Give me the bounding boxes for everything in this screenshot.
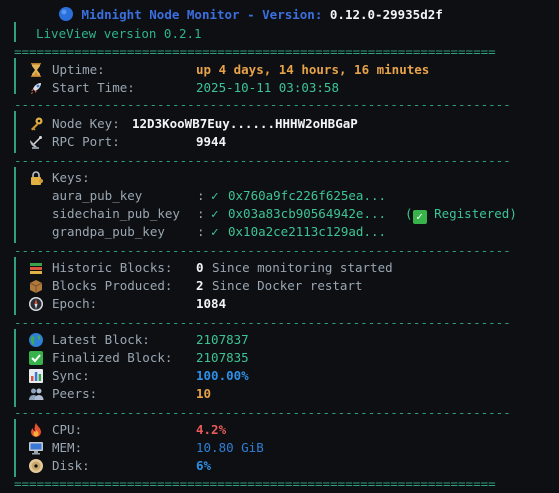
divider-single: ----------------------------------------… xyxy=(14,153,511,168)
key-check-icon: ✓ xyxy=(211,188,219,203)
cpu-label: CPU: xyxy=(52,422,83,437)
registered-open-paren: ( xyxy=(405,206,413,221)
node-key-label: Node Key: xyxy=(52,116,120,131)
border-left xyxy=(14,419,16,477)
registered-badge: (✓ Registered) xyxy=(405,205,517,224)
key-name-grandpa: grandpa_pub_key xyxy=(52,224,165,239)
node-key-value: 12D3KooWB7Euy......HHHW2oHBGaP xyxy=(132,116,358,131)
divider-single: ----------------------------------------… xyxy=(14,243,511,258)
border-left xyxy=(14,111,16,153)
latest-block-value: 2107837 xyxy=(196,332,249,347)
sync-value: 100.00% xyxy=(196,368,249,383)
historic-blocks-value: 0 xyxy=(196,260,204,275)
mem-label: MEM: xyxy=(52,440,83,455)
disk-label: Disk: xyxy=(52,458,90,473)
sync-label: Sync: xyxy=(52,368,90,383)
terminal-screen: Midnight Node Monitor - Version: 0.12.0-… xyxy=(0,0,559,491)
hourglass-icon xyxy=(31,63,41,77)
cpu-value: 4.2% xyxy=(196,422,227,437)
border-left xyxy=(14,22,16,42)
key-name-sidechain: sidechain_pub_key xyxy=(52,206,180,221)
historic-blocks-note: Since monitoring started xyxy=(212,260,393,275)
key-value-sidechain: 0x03a83cb90564942e... xyxy=(228,206,387,221)
bar-chart-icon xyxy=(29,369,43,383)
header-title-line: Midnight Node Monitor - Version: 0.12.0-… xyxy=(58,6,443,24)
finalized-block-value: 2107835 xyxy=(196,350,249,365)
package-icon xyxy=(29,280,43,293)
historic-blocks-label: Historic Blocks: xyxy=(52,260,173,275)
liveview-version: LiveView version 0.2.1 xyxy=(36,26,202,41)
rpc-port-value: 9944 xyxy=(196,134,227,149)
border-left xyxy=(14,329,16,407)
border-left xyxy=(14,167,16,243)
latest-block-label: Latest Block: xyxy=(52,332,150,347)
key-value-grandpa: 0x10a2ce2113c129ad... xyxy=(228,224,387,239)
key-name-aura: aura_pub_key xyxy=(52,188,143,203)
blocks-produced-label: Blocks Produced: xyxy=(52,278,173,293)
check-mark-button-icon: ✓ xyxy=(412,210,427,224)
busts-icon xyxy=(29,388,44,400)
key-value-aura: 0x760a9fc226f625ea... xyxy=(228,188,387,203)
divider-single: ----------------------------------------… xyxy=(14,97,511,112)
start-time-value: 2025-10-11 03:03:58 xyxy=(196,80,339,95)
divider-single: ----------------------------------------… xyxy=(14,405,511,420)
app-title: Midnight Node Monitor - Version: xyxy=(81,7,323,22)
registered-label: Registered xyxy=(434,206,510,221)
key-separator: : xyxy=(197,224,205,239)
disk-value: 6% xyxy=(196,458,212,473)
divider-double: ========================================… xyxy=(14,476,496,491)
epoch-value: 1084 xyxy=(196,296,227,311)
start-time-label: Start Time: xyxy=(52,80,135,95)
compass-icon xyxy=(29,297,43,311)
epoch-label: Epoch: xyxy=(52,296,98,311)
blocks-produced-note: Since Docker restart xyxy=(212,278,363,293)
disk-icon xyxy=(29,459,43,473)
finalized-block-label: Finalized Block: xyxy=(52,350,173,365)
fire-icon xyxy=(31,423,41,437)
globe-icon xyxy=(29,333,43,347)
check-mark-button-icon xyxy=(29,351,43,365)
divider-single: ----------------------------------------… xyxy=(14,315,511,330)
satellite-dish-icon xyxy=(30,136,42,149)
blue-circle-icon xyxy=(59,7,73,21)
peers-value: 10 xyxy=(196,386,212,401)
border-left xyxy=(14,58,16,94)
computer-icon xyxy=(29,442,43,455)
registered-close-paren: ) xyxy=(509,206,517,221)
blocks-produced-value: 2 xyxy=(196,278,204,293)
border-left xyxy=(14,257,16,315)
locked-with-key-icon xyxy=(31,171,43,185)
key-check-icon: ✓ xyxy=(211,206,219,221)
books-icon xyxy=(30,263,42,274)
key-icon xyxy=(31,117,43,131)
rocket-icon xyxy=(31,83,41,94)
key-separator: : xyxy=(197,188,205,203)
uptime-value: up 4 days, 14 hours, 16 minutes xyxy=(196,62,430,77)
mem-value: 10.80 GiB xyxy=(196,440,264,455)
uptime-label: Uptime: xyxy=(52,62,105,77)
rpc-port-label: RPC Port: xyxy=(52,134,120,149)
key-check-icon: ✓ xyxy=(211,224,219,239)
key-separator: : xyxy=(197,206,205,221)
app-version: 0.12.0-29935d2f xyxy=(329,7,443,22)
divider-double: ========================================… xyxy=(14,44,496,59)
keys-label: Keys: xyxy=(52,170,90,185)
peers-label: Peers: xyxy=(52,386,98,401)
